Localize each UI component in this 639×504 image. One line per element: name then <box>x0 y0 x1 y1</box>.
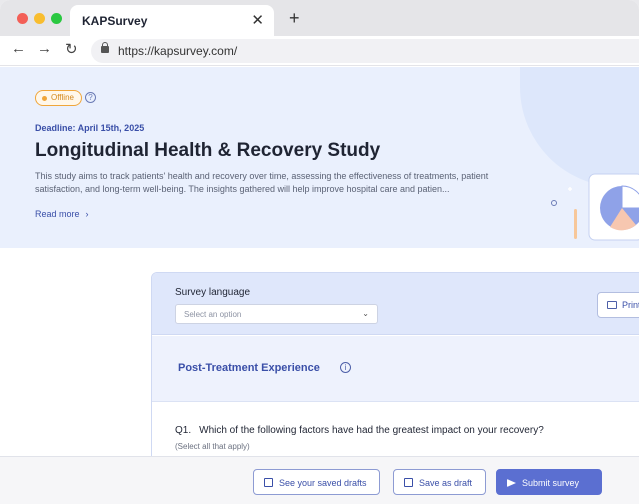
survey-description: This study aims to track patients' healt… <box>35 171 489 194</box>
close-window-button[interactable] <box>17 13 28 24</box>
browser-toolbar: ← → ↻ https://kapsurvey.com/ <box>0 36 639 66</box>
read-more-link[interactable]: Read more › <box>35 209 89 219</box>
chevron-down-icon: ⌄ <box>362 309 369 318</box>
submit-survey-button[interactable]: Submit survey <box>496 469 602 495</box>
maximize-window-button[interactable] <box>51 13 62 24</box>
reload-icon[interactable]: ↻ <box>65 40 78 58</box>
submit-survey-label: Submit survey <box>522 478 580 488</box>
url-text[interactable]: https://kapsurvey.com/ <box>118 44 237 58</box>
survey-title: Longitudinal Health & Recovery Study <box>35 140 381 161</box>
edit-icon <box>264 478 273 487</box>
chevron-right-icon: › <box>85 209 89 219</box>
lock-icon <box>101 42 109 53</box>
survey-language-label: Survey language <box>175 287 251 298</box>
browser-tab[interactable]: KAPSurvey ✕ <box>70 5 274 36</box>
new-tab-icon[interactable]: + <box>289 8 300 29</box>
question-hint: (Select all that apply) <box>175 442 250 451</box>
minimize-window-button[interactable] <box>34 13 45 24</box>
saved-drafts-button[interactable]: See your saved drafts <box>253 469 380 495</box>
analytics-illustration-icon <box>551 173 639 241</box>
read-more-label: Read more <box>35 209 80 219</box>
send-icon <box>507 479 516 487</box>
print-label: Print <box>622 300 639 310</box>
language-panel: Survey language Select an option ⌄ Print <box>152 273 639 335</box>
info-icon[interactable]: i <box>340 362 351 373</box>
saved-drafts-label: See your saved drafts <box>279 478 367 488</box>
printer-icon <box>607 301 617 309</box>
survey-deadline: Deadline: April 15th, 2025 <box>35 123 145 133</box>
save-draft-label: Save as draft <box>419 478 473 488</box>
action-footer: See your saved drafts Save as draft Subm… <box>0 456 639 504</box>
back-arrow-icon[interactable]: ← <box>11 40 26 57</box>
tab-title: KAPSurvey <box>82 14 148 28</box>
section-header: Post-Treatment Experience i <box>152 336 639 402</box>
close-tab-icon[interactable]: ✕ <box>251 11 264 29</box>
offline-status-badge: Offline <box>35 90 82 106</box>
browser-window: KAPSurvey ✕ + ← → ↻ https://kapsurvey.co… <box>0 0 639 504</box>
question-label: Which of the following factors have had … <box>199 425 544 436</box>
address-bar[interactable]: https://kapsurvey.com/ <box>91 39 639 63</box>
print-button[interactable]: Print <box>597 292 639 318</box>
section-title: Post-Treatment Experience <box>178 362 320 374</box>
tab-strip: KAPSurvey ✕ + <box>0 0 639 36</box>
language-select[interactable]: Select an option ⌄ <box>175 304 378 324</box>
survey-card: Survey language Select an option ⌄ Print… <box>151 272 639 472</box>
language-select-placeholder: Select an option <box>184 310 242 319</box>
document-icon <box>404 478 413 487</box>
help-icon[interactable]: ? <box>85 92 96 103</box>
save-draft-button[interactable]: Save as draft <box>393 469 486 495</box>
question-text: Q1. Which of the following factors have h… <box>175 425 544 436</box>
forward-arrow-icon[interactable]: → <box>37 40 52 57</box>
survey-hero: Offline ? Deadline: April 15th, 2025 Lon… <box>0 67 639 248</box>
question-number: Q1. <box>175 425 192 436</box>
